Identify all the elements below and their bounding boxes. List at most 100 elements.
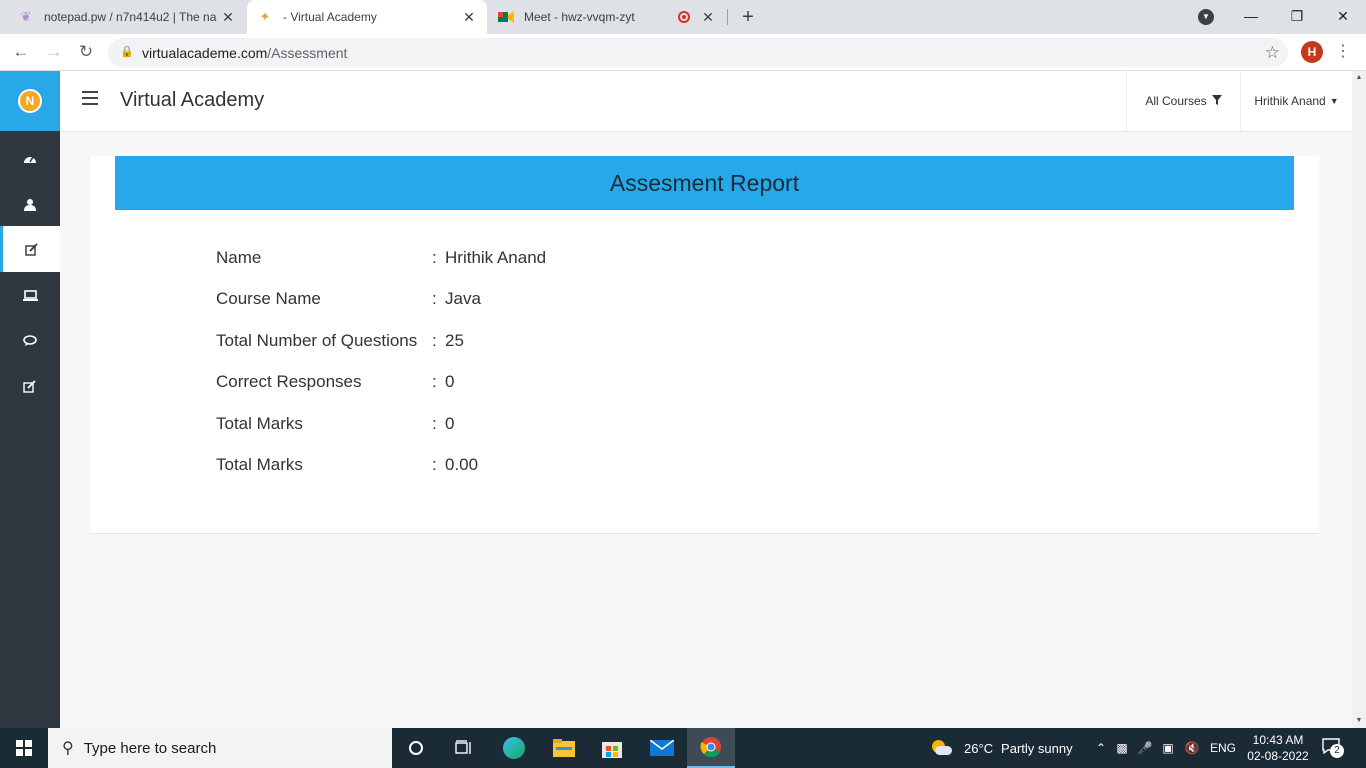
volume-muted-icon[interactable]: 🔇 [1180,741,1204,755]
brand-title: Virtual Academy [120,89,265,111]
close-window-button[interactable]: ✕ [1320,0,1366,34]
taskbar-search-box[interactable]: ⚲ Type here to search [48,728,392,768]
virtual-academy-icon: ✦ [259,9,271,24]
row-label: Total Marks [216,413,303,433]
user-dropdown[interactable]: Hrithik Anand ▼ [1240,71,1352,131]
row-value: Hrithik Anand [445,248,547,267]
user-name: Hrithik Anand [1254,94,1326,108]
microsoft-store-icon[interactable] [588,728,636,768]
windows-taskbar: ⚲ Type here to search 26°C Partly sunny … [0,728,1366,768]
search-placeholder: Type here to search [83,739,217,757]
network-icon[interactable]: ▣ [1156,741,1180,755]
caret-down-icon: ▼ [1329,96,1339,106]
battery-icon[interactable]: ▩ [1110,741,1134,755]
row-value: 0.00 [445,454,479,474]
reload-button[interactable]: ↻ [74,40,98,64]
notification-center-icon[interactable]: 2 [1322,738,1344,758]
tab-separator [727,9,728,25]
tab-title: - Virtual Academy [283,10,377,24]
chevron-up-icon[interactable]: ⌃ [1092,741,1110,755]
sidebar-dashboard-icon[interactable] [0,135,60,181]
clock[interactable]: 10:43 AM 02-08-2022 [1242,732,1314,764]
row-value: 0 [445,372,455,392]
bookmark-star-icon[interactable]: ☆ [1265,43,1280,63]
weather-text: Partly sunny [1001,740,1073,756]
partly-sunny-icon [930,740,952,756]
profile-avatar[interactable]: H [1301,41,1323,63]
close-icon[interactable]: ✕ [700,9,716,26]
sidebar: N [0,71,60,728]
feather-icon: ❦ [20,9,32,24]
scroll-up-arrow-icon[interactable]: ▲ [1352,71,1366,85]
microphone-icon[interactable]: 🎤 [1134,741,1156,755]
all-courses-filter[interactable]: All Courses [1126,71,1240,131]
app-logo[interactable]: N [0,71,60,131]
weather-temp: 26°C [964,740,994,756]
sidebar-user-icon[interactable] [0,181,60,227]
tab-meet[interactable]: Meet - hwz-vvqm-zyt ✕ [488,0,726,34]
mail-icon[interactable] [638,728,686,768]
tab-title: notepad.pw / n7n414u2 | The na [44,10,217,24]
row-label: Total Marks [216,454,303,474]
clock-date: 02-08-2022 [1247,749,1309,763]
url-text[interactable]: virtualacademe.com/Assessment [142,45,347,61]
start-button[interactable] [0,728,48,768]
search-icon: ⚲ [62,740,74,757]
top-navbar: Virtual Academy All Courses Hrithik Anan… [60,71,1352,132]
page-content: N Virtual Academy All Courses Hrithik An… [0,71,1366,728]
row-label: Name [216,248,262,267]
sidebar-chat-icon[interactable] [0,318,60,364]
row-value: 0 [445,413,455,433]
tab-search-icon[interactable]: ▼ [1198,9,1214,25]
task-view-icon[interactable] [440,728,488,768]
sidebar-edit-icon-active[interactable] [0,226,60,272]
notification-count: 2 [1330,744,1344,758]
tab-notepad[interactable]: ❦ notepad.pw / n7n414u2 | The na ✕ [8,0,246,34]
sidebar-edit-icon[interactable] [0,363,60,409]
tab-virtual-academy[interactable]: ✦ - Virtual Academy ✕ [247,0,487,34]
logo-icon: N [18,89,42,113]
hamburger-menu-icon[interactable] [82,91,98,105]
language-indicator[interactable]: ENG [1210,741,1236,755]
scroll-down-arrow-icon[interactable]: ▼ [1352,714,1366,728]
restore-button[interactable]: ❐ [1274,0,1320,34]
row-separator: : [432,454,437,474]
system-tray: ⌃ ▩ 🎤 ▣ 🔇 ENG [1092,728,1236,768]
clock-time: 10:43 AM [1252,733,1304,747]
row-label: Total Number of Questions [216,330,418,350]
chrome-icon[interactable] [687,728,735,768]
minimize-button[interactable]: — [1228,0,1274,34]
row-label: Course Name [216,289,321,309]
browser-menu-icon[interactable]: ⋮ [1334,41,1352,63]
recording-icon [678,11,690,23]
new-tab-button[interactable]: + [736,5,760,29]
weather-widget[interactable]: 26°C Partly sunny [930,728,1073,768]
close-icon[interactable]: ✕ [461,9,477,26]
sidebar-laptop-icon[interactable] [0,272,60,318]
close-icon[interactable]: ✕ [220,9,236,26]
row-separator: : [432,413,437,433]
row-separator: : [432,289,437,309]
google-meet-icon [498,9,514,25]
all-courses-label: All Courses [1145,94,1207,108]
back-button[interactable]: ← [9,40,33,64]
windows-logo-icon [16,740,32,756]
address-bar[interactable]: 🔒 virtualacademe.com/Assessment ☆ [108,38,1288,67]
cortana-icon[interactable] [392,728,440,768]
edge-icon[interactable] [490,728,538,768]
lock-icon[interactable]: 🔒 [120,45,134,58]
browser-tab-strip: ❦ notepad.pw / n7n414u2 | The na ✕ ✦ - V… [0,0,1366,34]
row-value: Java [445,289,481,309]
filter-icon [1211,94,1222,108]
file-explorer-icon[interactable] [540,728,588,768]
browser-toolbar: ← → ↻ 🔒 virtualacademe.com/Assessment ☆ [0,34,1366,71]
forward-button[interactable]: → [42,40,66,64]
row-value: 25 [445,330,464,350]
tab-title: Meet - hwz-vvqm-zyt [524,10,635,24]
row-label: Correct Responses [216,372,362,392]
row-separator: : [432,372,437,392]
report-title: Assesment Report [115,156,1294,210]
row-separator: : [432,330,437,350]
page-scrollbar[interactable]: ▲ ▼ [1352,71,1366,728]
row-separator: : [432,248,437,267]
